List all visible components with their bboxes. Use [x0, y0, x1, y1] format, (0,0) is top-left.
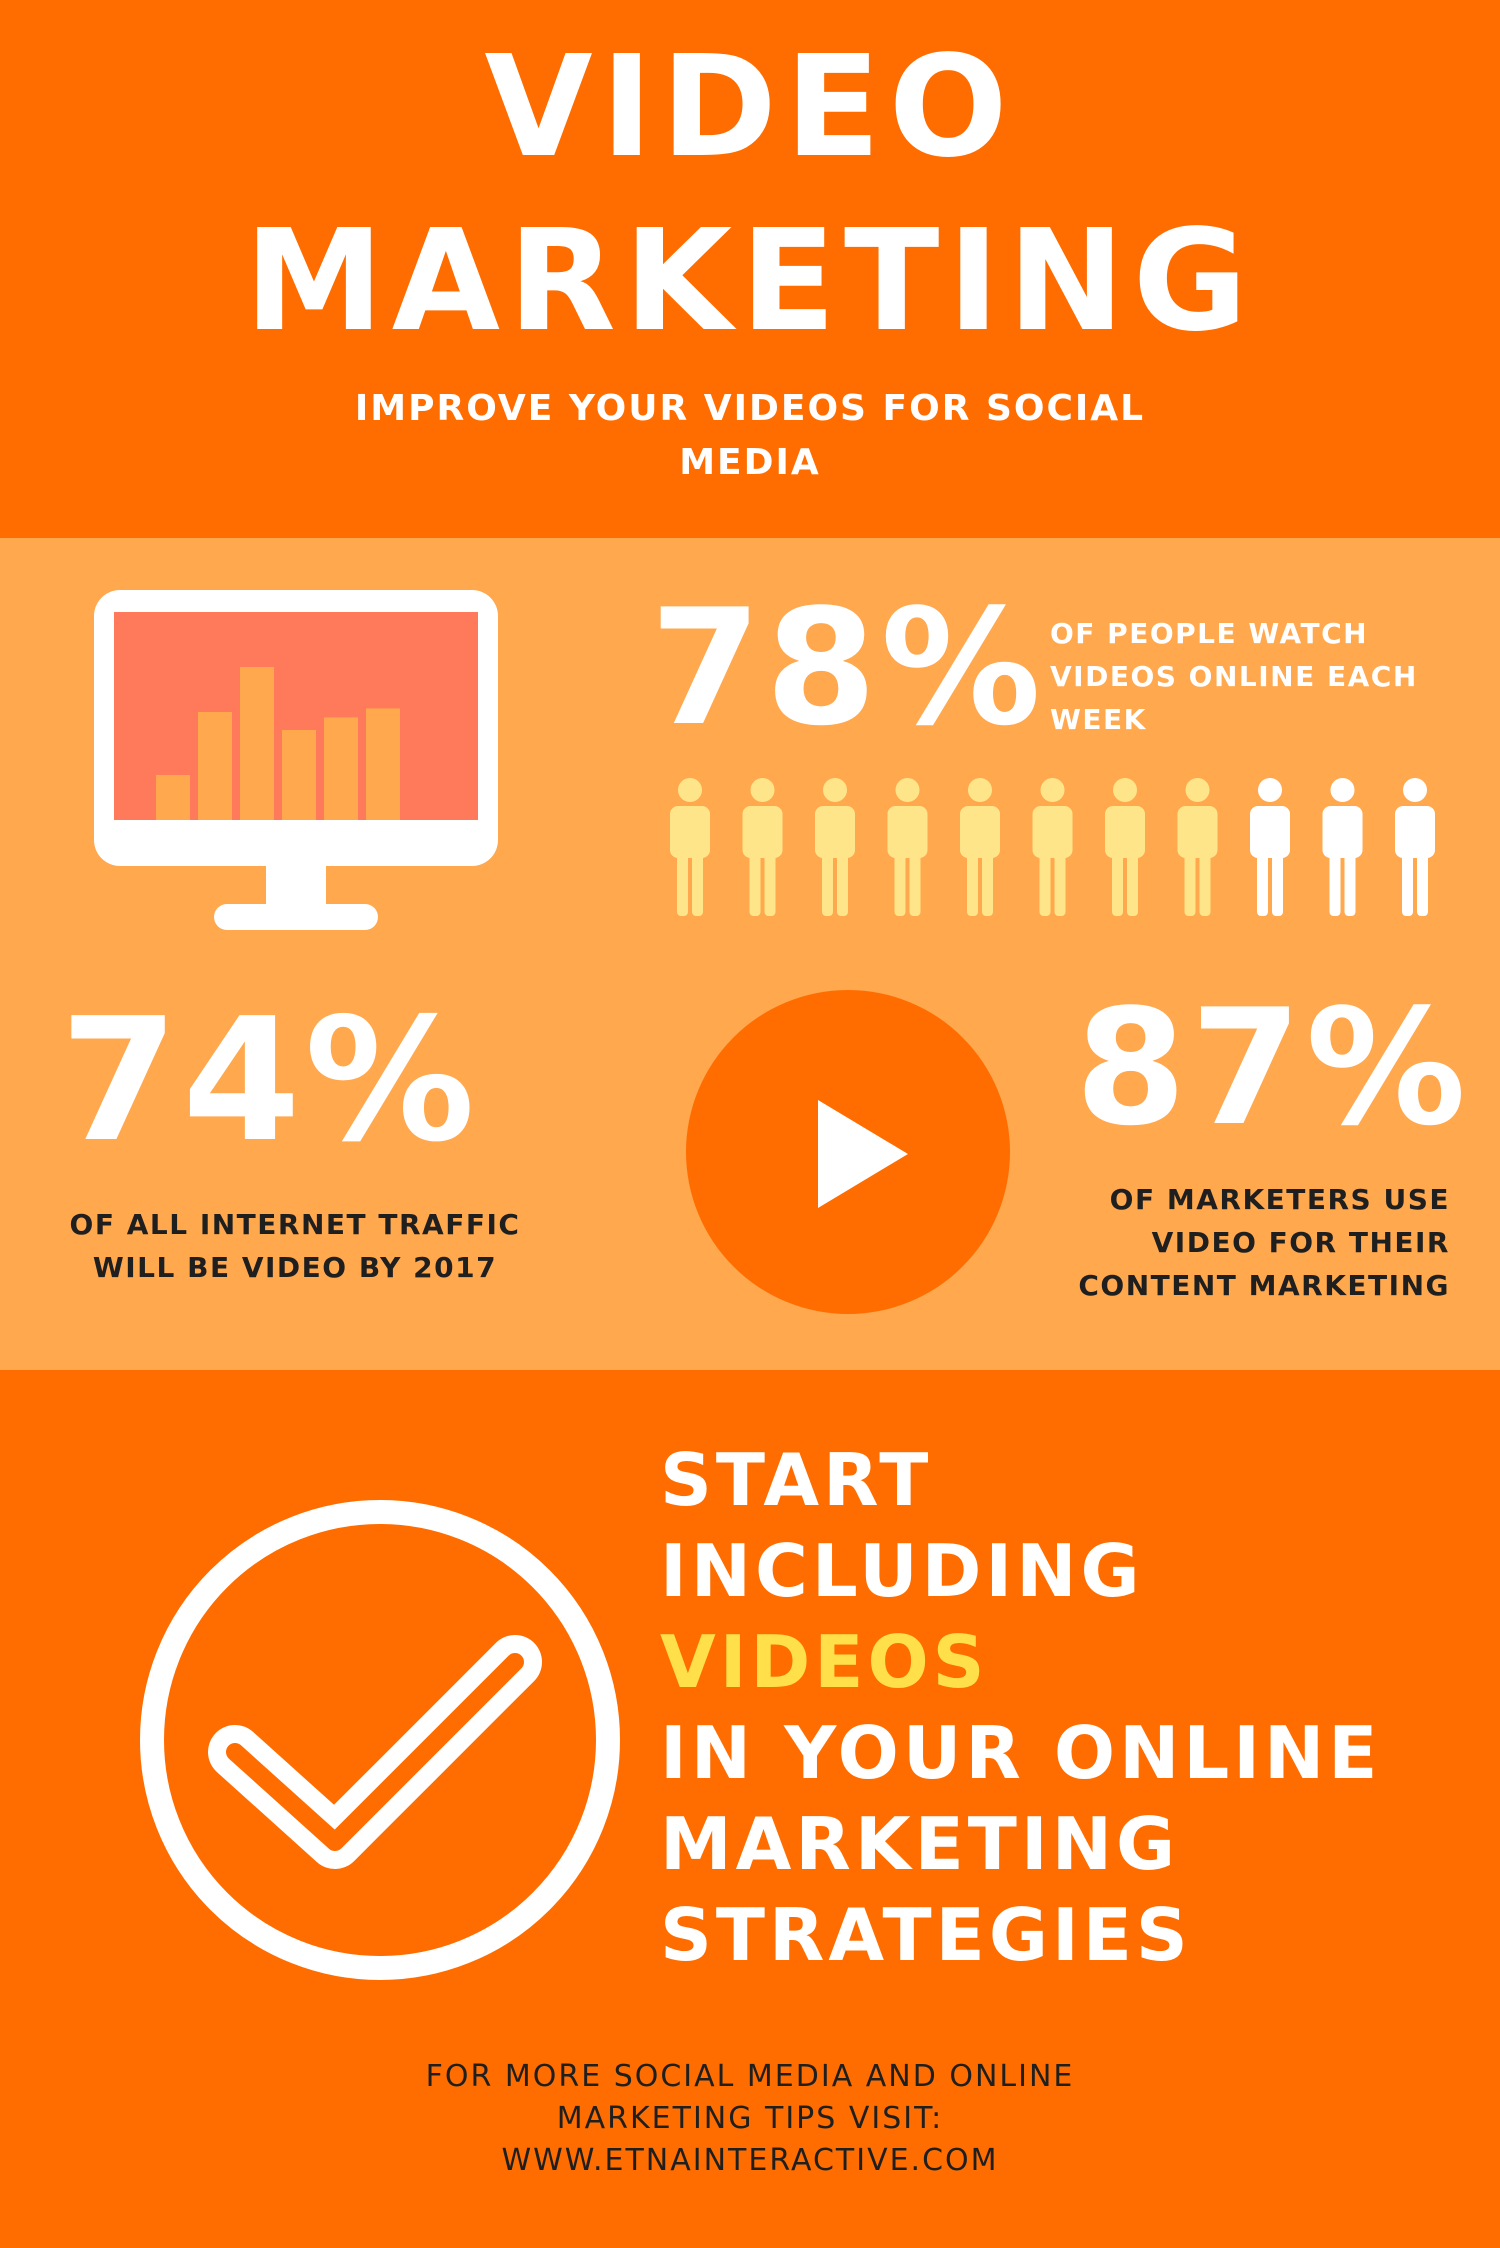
monitor-bar — [366, 708, 400, 820]
footer-line-1: FOR MORE SOCIAL MEDIA AND ONLINE — [425, 2059, 1075, 2094]
page-title-line-2: MARKETING — [244, 200, 1256, 363]
stat-description-marketers: OF MARKETERS USE VIDEO FOR THEIR CONTENT… — [1078, 1183, 1450, 1302]
person-icon — [1177, 778, 1218, 916]
cta-line-6: STRATEGIES — [660, 1893, 1192, 1977]
people-figures — [670, 778, 1435, 916]
person-icon — [960, 778, 1000, 916]
stat-value-internet-traffic: 74% — [60, 982, 479, 1180]
play-icon — [686, 990, 1010, 1314]
website-link[interactable]: WWW.ETNAINTERACTIVE.COM — [300, 2140, 1200, 2182]
monitor-bar — [198, 712, 232, 820]
person-icon — [1395, 778, 1435, 916]
cta-line-4: IN YOUR ONLINE — [660, 1711, 1382, 1795]
cta-line-1: START — [660, 1438, 933, 1522]
stat-description-people-watch: OF PEOPLE WATCH VIDEOS ONLINE EACH WEEK — [1050, 617, 1418, 736]
stat-value-people-watch: 78% — [650, 574, 1045, 761]
stats-section: 78% OF PEOPLE WATCH VIDEOS ONLINE EACH W… — [0, 538, 1500, 1370]
person-icon — [670, 778, 710, 916]
stat-description-internet-traffic: OF ALL INTERNET TRAFFIC WILL BE VIDEO BY… — [69, 1208, 521, 1284]
checkmark-icon — [140, 1500, 620, 1980]
cta-line-3-highlight: VIDEOS — [660, 1620, 989, 1704]
monitor-bar — [156, 775, 190, 820]
footer-text: FOR MORE SOCIAL MEDIA AND ONLINE MARKETI… — [300, 2056, 1200, 2182]
subtitle: IMPROVE YOUR VIDEOS FOR SOCIAL MEDIA — [354, 388, 1146, 483]
person-icon — [1032, 778, 1073, 916]
footer-line-2: MARKETING TIPS VISIT: — [556, 2101, 944, 2136]
person-icon — [742, 778, 783, 916]
person-icon — [1250, 778, 1290, 916]
cta-line-2: INCLUDING — [660, 1529, 1144, 1613]
person-icon — [887, 778, 928, 916]
cta-section: START INCLUDING VIDEOS IN YOUR ONLINE MA… — [0, 1370, 1500, 2248]
header-section: VIDEO MARKETING IMPROVE YOUR VIDEOS FOR … — [0, 0, 1500, 538]
person-icon — [815, 778, 855, 916]
monitor-bar — [324, 717, 358, 820]
monitor-bar — [282, 730, 316, 820]
person-icon — [1322, 778, 1363, 916]
monitor-icon — [94, 590, 498, 930]
page-title-line-1: VIDEO — [484, 26, 1016, 189]
monitor-bar — [240, 667, 274, 820]
stat-value-marketers: 87% — [1075, 974, 1470, 1161]
cta-line-5: MARKETING — [660, 1802, 1180, 1886]
person-icon — [1105, 778, 1145, 916]
